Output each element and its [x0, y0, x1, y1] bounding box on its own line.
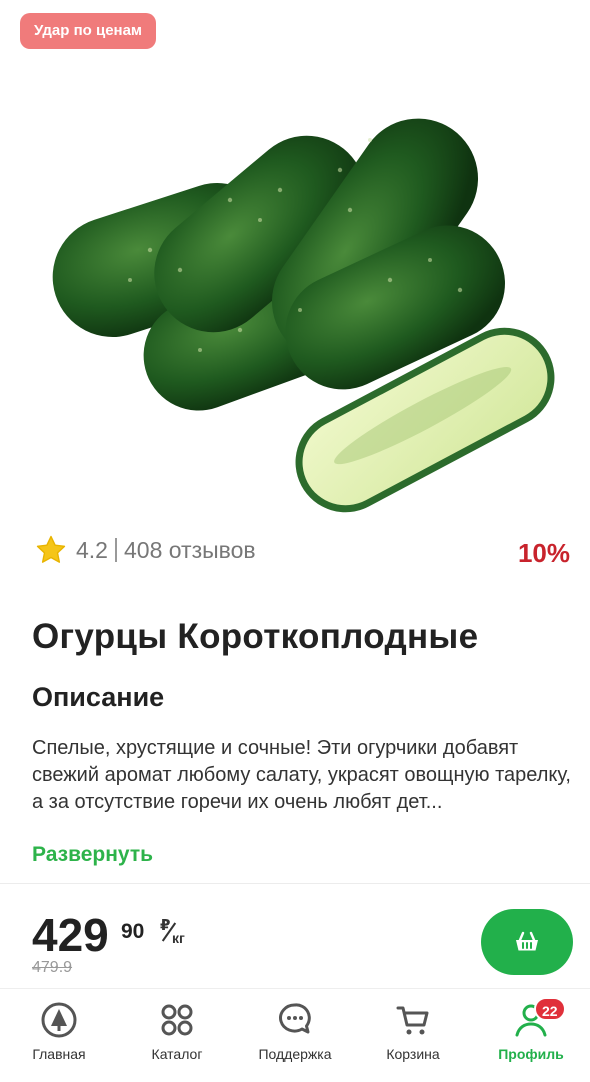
- tab-cart-label: Корзина: [386, 1046, 440, 1062]
- rating-value: 4.2: [76, 536, 108, 563]
- product-image: [52, 118, 555, 513]
- add-to-cart-button[interactable]: [481, 909, 573, 975]
- price-main: 429: [32, 909, 109, 961]
- basket-icon: [516, 931, 538, 951]
- tab-support-label: Поддержка: [258, 1046, 332, 1062]
- promo-badge: Удар по ценам: [20, 13, 157, 49]
- buy-bar: 429 90 ₽ кг 479.9: [0, 883, 590, 988]
- cart-icon: [396, 1006, 429, 1035]
- tab-home[interactable]: Главная: [0, 989, 118, 1082]
- price-old: 479.9: [32, 959, 73, 976]
- rating-divider: [114, 538, 117, 562]
- discount-percent: 10%: [517, 538, 570, 568]
- rating-row[interactable]: 4.2 408 отзывов: [34, 530, 256, 570]
- tab-profile[interactable]: 22 Профиль: [472, 989, 590, 1082]
- home-logo-icon: [41, 1002, 77, 1038]
- description-heading: Описание: [32, 682, 165, 712]
- unit-label: кг: [172, 930, 185, 946]
- tab-catalog-label: Каталог: [151, 1046, 203, 1062]
- price-cents: 90: [121, 920, 145, 943]
- expand-description-link[interactable]: Развернуть: [32, 843, 153, 867]
- tab-cart[interactable]: Корзина: [354, 989, 472, 1082]
- bottom-tab-bar: Главная Каталог Поддержка Корзина 22 Про…: [0, 988, 590, 1082]
- star-icon: [36, 535, 66, 563]
- tab-support[interactable]: Поддержка: [236, 989, 354, 1082]
- support-chat-icon: [279, 1003, 311, 1034]
- tab-profile-label: Профиль: [498, 1046, 564, 1062]
- price-unit: ₽ кг: [158, 917, 190, 948]
- tab-home-label: Главная: [32, 1046, 86, 1062]
- profile-notification-badge: 22: [534, 997, 566, 1021]
- tab-catalog[interactable]: Каталог: [118, 989, 236, 1082]
- description-text: Спелые, хрустящие и сочные! Эти огурчики…: [32, 737, 571, 813]
- grid-icon: [161, 1004, 193, 1036]
- product-title: Огурцы Короткоплодные: [32, 617, 479, 656]
- reviews-count[interactable]: 408 отзывов: [124, 537, 256, 564]
